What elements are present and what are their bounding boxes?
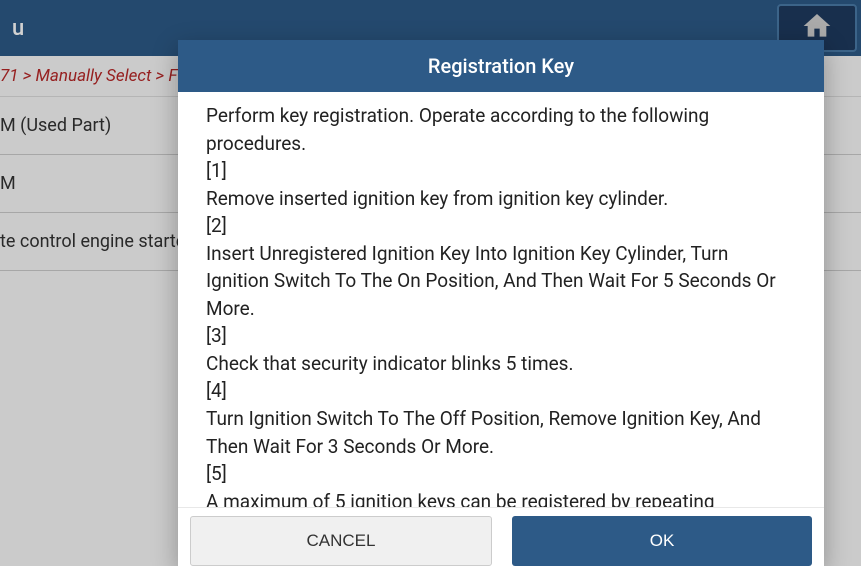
- dialog-footer: CANCEL OK: [178, 507, 824, 566]
- ok-button[interactable]: OK: [512, 516, 812, 566]
- dialog-body-text: Perform key registration. Operate accord…: [206, 104, 780, 507]
- registration-key-dialog: Registration Key Perform key registratio…: [178, 40, 824, 566]
- cancel-button[interactable]: CANCEL: [190, 516, 492, 566]
- dialog-title: Registration Key: [178, 40, 824, 92]
- dialog-body: Perform key registration. Operate accord…: [178, 92, 824, 507]
